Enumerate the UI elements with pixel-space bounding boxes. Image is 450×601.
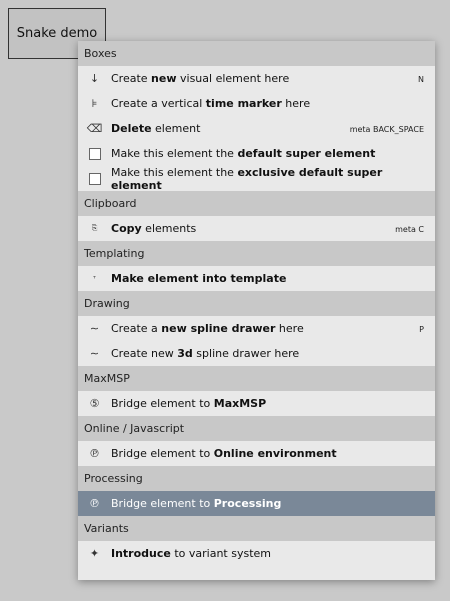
menu-item-create-new-3d-spline-drawer-here[interactable]: ∼ Create new 3d spline drawer here [78, 341, 435, 366]
down-arrow-icon: ↓ [89, 72, 100, 85]
menu-item-make-this-element-the-exclusive-default-super-element[interactable]: Make this element the exclusive default … [78, 165, 435, 192]
menu-item-label: Create a new spline drawer here [111, 322, 304, 335]
menu-item-label: Make this element the default super elem… [111, 147, 376, 160]
menu-item-label: Copy elements [111, 222, 197, 235]
menu-item-create-a-vertical-time-marker-here[interactable]: ⊧ Create a vertical time marker here [78, 91, 435, 116]
maxmsp-icon: ⑤ [89, 397, 100, 410]
menu-item-label: Introduce to variant system [111, 547, 272, 560]
menu-item-delete-element[interactable]: ⌫ Delete element meta BACK_SPACE [78, 116, 435, 141]
menu-item-label: Bridge element to Processing [111, 497, 282, 510]
shortcut-label: meta C [395, 225, 424, 234]
section-header-online-javascript: Online / Javascript [78, 416, 435, 441]
menu-item-label: Make this element the exclusive default … [111, 165, 383, 192]
section-header-drawing: Drawing [78, 291, 435, 316]
backspace-delete-icon: ⌫ [86, 122, 103, 135]
menu-item-label: Bridge element to MaxMSP [111, 397, 267, 410]
menu-item-label: Create new 3d spline drawer here [111, 347, 300, 360]
checkbox-icon[interactable] [78, 147, 111, 160]
section-header-templating: Templating [78, 241, 435, 266]
shortcut-label: P [419, 325, 424, 334]
section-header-maxmsp: MaxMSP [78, 366, 435, 391]
online-icon: ℗ [89, 447, 100, 460]
section-header-clipboard: Clipboard [78, 191, 435, 216]
menu-item-introduce-to-variant-system[interactable]: ✦ Introduce to variant system [78, 541, 435, 566]
processing-icon: ℗ [89, 497, 100, 510]
menu-item-label: Create new visual element here [111, 72, 290, 85]
menu-item-label: Create a vertical time marker here [111, 97, 311, 110]
shortcut-label: meta BACK_SPACE [349, 125, 424, 134]
section-header-boxes: Boxes [78, 41, 435, 66]
copy-icon: ⎘ [91, 224, 98, 232]
checkbox-icon[interactable] [78, 172, 111, 185]
section-header-processing: Processing [78, 466, 435, 491]
menu-item-copy-elements[interactable]: ⎘ Copy elements meta C [78, 216, 435, 241]
menu-item-label: Make element into template [111, 272, 287, 285]
star-icon: ✦ [89, 547, 100, 560]
menu-item-label: Bridge element to Online environment [111, 447, 337, 460]
menu-item-label: Delete element [111, 122, 201, 135]
template-icon: ᵀ [93, 274, 96, 283]
menu-item-make-this-element-the-default-super-element[interactable]: Make this element the default super elem… [78, 141, 435, 166]
spline-icon: ∼ [89, 322, 100, 335]
spline-3d-icon: ∼ [89, 347, 100, 360]
context-menu: Boxes ↓ Create new visual element here N ⊧ Cr… [78, 41, 435, 580]
section-header-variants: Variants [78, 516, 435, 541]
menu-item-make-element-into-template[interactable]: ᵀ Make element into template [78, 266, 435, 291]
shortcut-label: N [418, 75, 424, 84]
menu-item-bridge-element-to-maxmsp[interactable]: ⑤ Bridge element to MaxMSP [78, 391, 435, 416]
time-marker-icon: ⊧ [91, 97, 98, 110]
menu-item-bridge-element-to-online-environment[interactable]: ℗ Bridge element to Online environment [78, 441, 435, 466]
menu-item-bridge-element-to-processing[interactable]: ℗ Bridge element to Processing [78, 491, 435, 516]
menu-item-create-a-new-spline-drawer-here[interactable]: ∼ Create a new spline drawer here P [78, 316, 435, 341]
menu-item-create-new-visual-element-here[interactable]: ↓ Create new visual element here N [78, 66, 435, 91]
